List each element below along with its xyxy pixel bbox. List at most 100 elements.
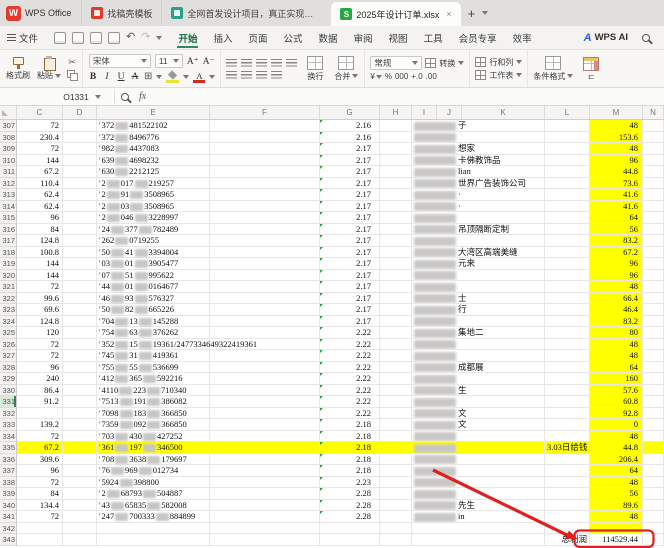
column-header-E[interactable]: E bbox=[97, 106, 210, 119]
cell-profit[interactable]: 96 bbox=[590, 258, 643, 270]
row-header[interactable]: 340 bbox=[0, 500, 17, 512]
row-header[interactable]: 311 bbox=[0, 166, 17, 178]
column-header-H[interactable]: H bbox=[380, 106, 412, 119]
currency-button[interactable]: ¥ bbox=[370, 72, 381, 81]
cell-empty[interactable] bbox=[63, 316, 97, 328]
cell-empty[interactable] bbox=[380, 373, 412, 385]
cell-date[interactable]: 2.17 bbox=[320, 281, 380, 293]
cell-empty[interactable] bbox=[210, 396, 320, 408]
cell-date[interactable]: 2.17 bbox=[320, 247, 380, 259]
cell-order-number[interactable]: '2913508965 bbox=[97, 189, 210, 201]
cell-empty[interactable] bbox=[63, 143, 97, 155]
tab-工具[interactable]: 工具 bbox=[416, 26, 451, 49]
cell-empty[interactable] bbox=[210, 201, 320, 213]
cell-empty[interactable] bbox=[63, 304, 97, 316]
cell-amount[interactable]: 100.8 bbox=[17, 247, 63, 259]
tab-视图[interactable]: 视图 bbox=[381, 26, 416, 49]
cell-order-number[interactable]: '4693576327 bbox=[97, 293, 210, 305]
cell-note[interactable] bbox=[545, 224, 590, 236]
cell-date[interactable]: 2.17 bbox=[320, 235, 380, 247]
row-header[interactable]: 321 bbox=[0, 281, 17, 293]
cell-note[interactable] bbox=[545, 431, 590, 443]
cell-empty[interactable] bbox=[643, 235, 664, 247]
tab-公式[interactable]: 公式 bbox=[276, 26, 311, 49]
cell-empty[interactable] bbox=[210, 143, 320, 155]
row-header[interactable]: 333 bbox=[0, 419, 17, 431]
percent-button[interactable]: % bbox=[385, 72, 392, 81]
row-header[interactable]: 315 bbox=[0, 212, 17, 224]
cell-note[interactable]: 3.03日给钱 bbox=[545, 442, 590, 454]
cell-profit[interactable]: 48 bbox=[590, 350, 643, 362]
cell-empty[interactable] bbox=[380, 419, 412, 431]
cell-amount[interactable]: 96 bbox=[17, 465, 63, 477]
cell-customer-name[interactable]: 想家 bbox=[412, 143, 545, 155]
cell-empty[interactable] bbox=[643, 224, 664, 236]
cell-customer-name[interactable]: 元来 bbox=[412, 258, 545, 270]
cell-date[interactable] bbox=[320, 534, 380, 546]
decrease-font-icon[interactable]: A⁻ bbox=[203, 56, 215, 67]
cell-empty[interactable] bbox=[210, 281, 320, 293]
cell-empty[interactable] bbox=[643, 350, 664, 362]
cell-customer-name[interactable]: 文 bbox=[412, 408, 545, 420]
cell-amount[interactable]: 67.2 bbox=[17, 442, 63, 454]
cell-profit[interactable]: 83.2 bbox=[590, 316, 643, 328]
cell-order-number[interactable]: '70413145288 bbox=[97, 316, 210, 328]
cell-order-number[interactable]: '3728496776 bbox=[97, 132, 210, 144]
cell-empty[interactable] bbox=[63, 235, 97, 247]
cell-order-number[interactable]: '2033508965 bbox=[97, 201, 210, 213]
cell-empty[interactable] bbox=[643, 189, 664, 201]
name-box[interactable]: O1331 bbox=[56, 88, 108, 105]
row-header[interactable]: 318 bbox=[0, 247, 17, 259]
cell-customer-name[interactable]: in bbox=[412, 511, 545, 523]
format-painter-button[interactable]: 格式刷 bbox=[5, 56, 31, 81]
cell-profit[interactable]: 57.6 bbox=[590, 385, 643, 397]
cell-profit[interactable]: 96 bbox=[590, 155, 643, 167]
cell-empty[interactable] bbox=[210, 408, 320, 420]
row-header[interactable]: 309 bbox=[0, 143, 17, 155]
column-header-C[interactable]: C bbox=[17, 106, 63, 119]
font-size-select[interactable]: 11 bbox=[155, 54, 183, 68]
cell-amount[interactable]: 62.4 bbox=[17, 189, 63, 201]
cell-empty[interactable] bbox=[63, 373, 97, 385]
cell-empty[interactable] bbox=[643, 465, 664, 477]
cell-date[interactable]: 2.28 bbox=[320, 500, 380, 512]
column-header-D[interactable]: D bbox=[63, 106, 97, 119]
cell-empty[interactable] bbox=[643, 143, 664, 155]
cell-date[interactable]: 2.17 bbox=[320, 304, 380, 316]
cell-empty[interactable] bbox=[210, 247, 320, 259]
cell-date[interactable]: 2.17 bbox=[320, 143, 380, 155]
cell-note[interactable] bbox=[545, 511, 590, 523]
cell-date[interactable]: 2.17 bbox=[320, 293, 380, 305]
cell-note[interactable] bbox=[545, 212, 590, 224]
cell-empty[interactable] bbox=[63, 281, 97, 293]
cell-amount[interactable]: 72 bbox=[17, 431, 63, 443]
cell-date[interactable]: 2.17 bbox=[320, 270, 380, 282]
cell-customer-name[interactable] bbox=[412, 339, 545, 351]
cell-amount[interactable]: 91.2 bbox=[17, 396, 63, 408]
cut-icon[interactable]: ✂ bbox=[68, 58, 76, 67]
cell-amount[interactable]: 240 bbox=[17, 373, 63, 385]
cell-empty[interactable] bbox=[210, 155, 320, 167]
cell-profit[interactable]: 48 bbox=[590, 143, 643, 155]
cell-empty[interactable] bbox=[643, 396, 664, 408]
font-name-select[interactable]: 宋体 bbox=[89, 54, 151, 68]
increase-indent-icon[interactable] bbox=[286, 59, 297, 67]
cell-empty[interactable] bbox=[63, 534, 97, 546]
print-preview-icon[interactable] bbox=[90, 32, 102, 44]
cell-date[interactable]: 2.17 bbox=[320, 155, 380, 167]
wrap-text-button[interactable]: 换行 bbox=[302, 56, 328, 82]
align-center-icon[interactable] bbox=[241, 71, 252, 79]
total-profit-cell[interactable]: 114529.44 bbox=[590, 534, 643, 546]
cell-empty[interactable] bbox=[380, 201, 412, 213]
close-icon[interactable]: × bbox=[446, 9, 451, 19]
cell-empty[interactable] bbox=[63, 465, 97, 477]
cell-empty[interactable] bbox=[63, 224, 97, 236]
strikethrough-button[interactable]: A bbox=[130, 72, 140, 82]
cell-customer-name[interactable] bbox=[412, 270, 545, 282]
row-header[interactable]: 308 bbox=[0, 132, 17, 144]
cell-date[interactable]: 2.18 bbox=[320, 419, 380, 431]
tab-wps-office[interactable]: W WPS Office bbox=[0, 0, 81, 26]
cell-empty[interactable] bbox=[63, 350, 97, 362]
cell-empty[interactable] bbox=[380, 316, 412, 328]
tab-数据[interactable]: 数据 bbox=[311, 26, 346, 49]
